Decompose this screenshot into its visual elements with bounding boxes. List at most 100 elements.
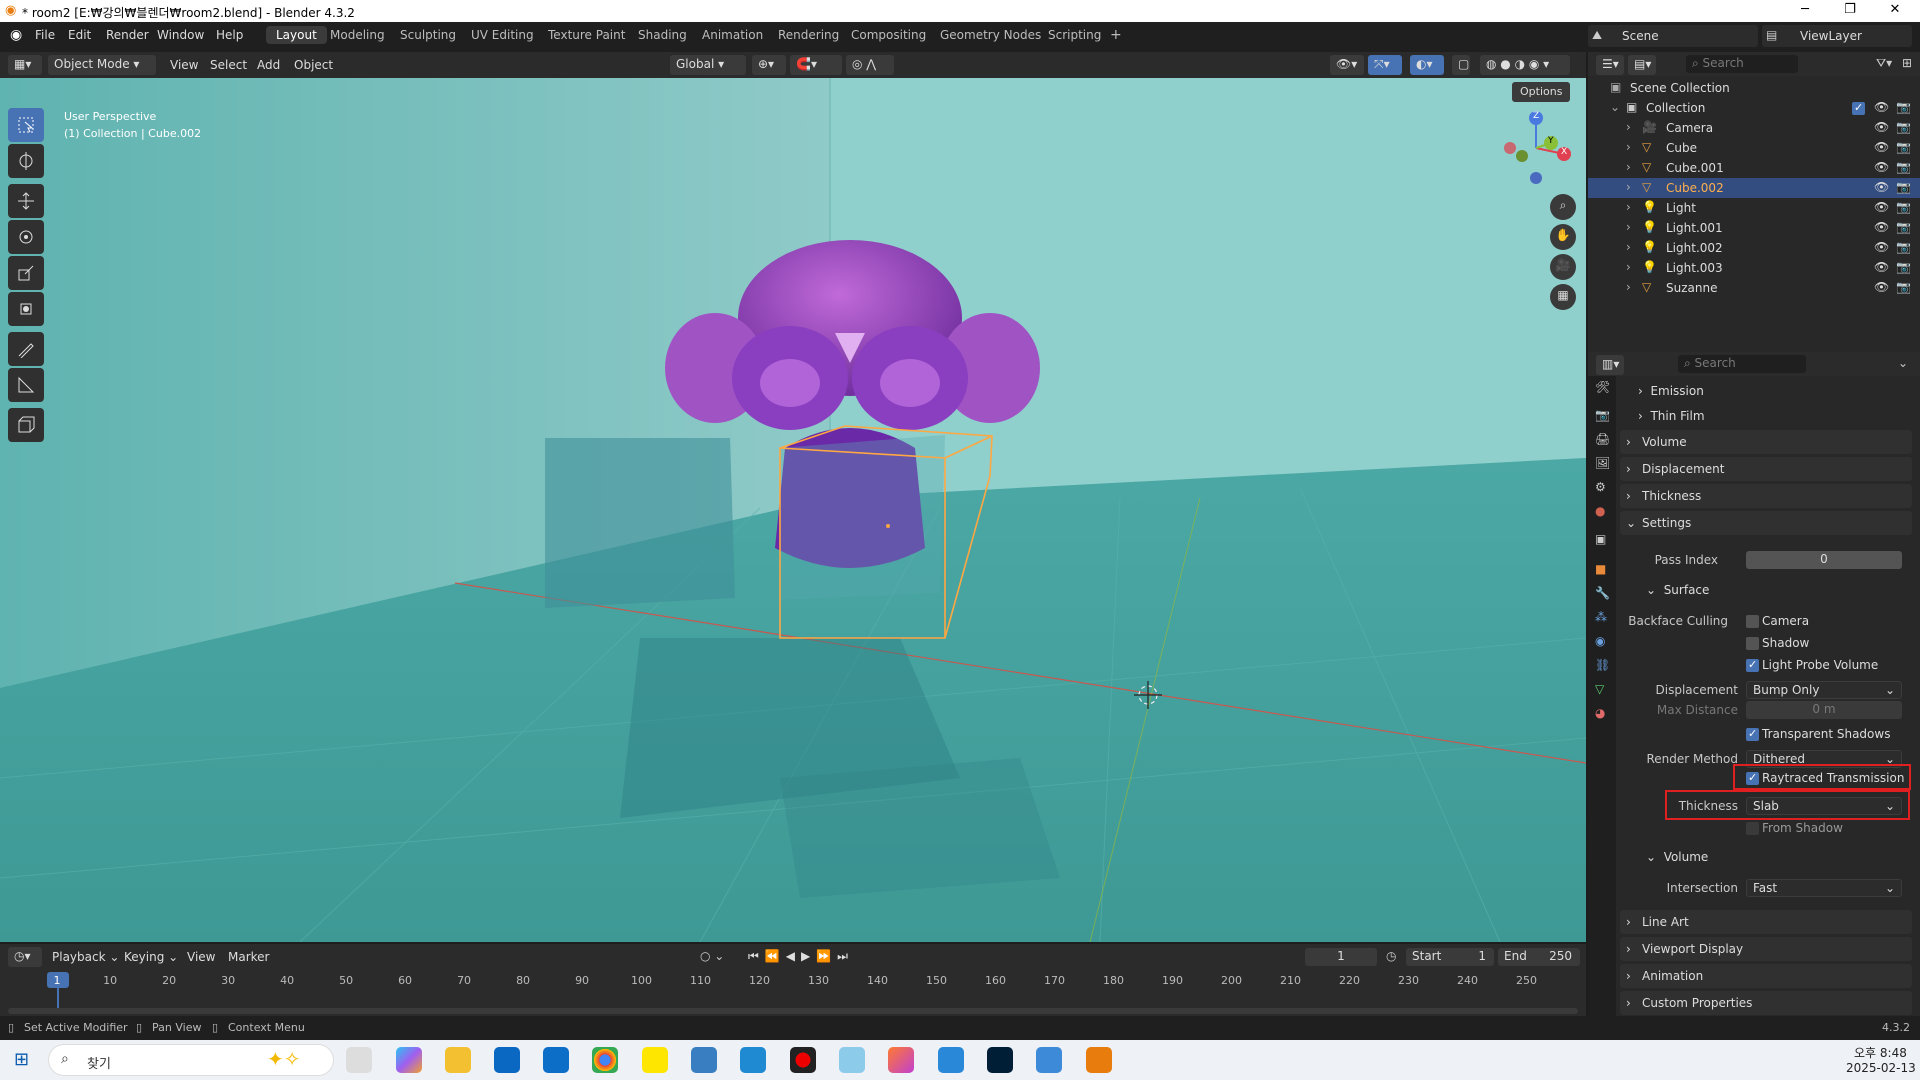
close-icon[interactable]: ✕ [1880, 2, 1910, 17]
transparent-shadows-checkbox[interactable] [1746, 727, 1759, 741]
frame-ruler[interactable]: 1 10 20 30 40 50 60 70 80 90 100 110 120 130 140 150 160… [0, 972, 1586, 992]
tab-compositing[interactable]: Compositing [841, 26, 936, 44]
timeline-menu-playback[interactable]: Playback ⌄ [52, 950, 119, 964]
tab-modeling[interactable]: Modeling [320, 26, 395, 44]
properties-editor-icon[interactable]: ▥▾ [1596, 355, 1624, 375]
section-line-art[interactable]: › Line Art [1620, 910, 1912, 934]
outliner-item[interactable]: › ▽ Cube.001 👁 📷 [1588, 158, 1920, 178]
world-tab-icon[interactable]: ● [1595, 504, 1605, 518]
task-view-icon[interactable] [346, 1047, 372, 1073]
app2-icon[interactable] [938, 1047, 964, 1073]
maximize-icon[interactable]: ❐ [1835, 2, 1865, 17]
data-tab-icon[interactable]: ▽ [1595, 682, 1604, 696]
visibility-icon[interactable]: 👁▾ [1330, 55, 1364, 75]
tab-geometry-nodes[interactable]: Geometry Nodes [930, 26, 1051, 44]
viewport-menu-select[interactable]: Select [210, 58, 247, 72]
move-tool[interactable] [8, 184, 44, 218]
outliner-item[interactable]: › 💡 Light.001 👁 📷 [1588, 218, 1920, 238]
eye-icon[interactable]: 👁 [1874, 160, 1889, 174]
eye-icon[interactable]: 👁 [1874, 100, 1889, 114]
volume-subpanel[interactable]: ⌄ Volume [1646, 850, 1708, 864]
proportional-edit-icon[interactable]: ◎ ⋀ [846, 55, 894, 75]
outliner-search-input[interactable]: ⌕ Search [1686, 55, 1798, 73]
section-volume[interactable]: › Volume [1620, 430, 1912, 454]
outliner-editor-icon[interactable]: ☰▾ [1596, 55, 1624, 75]
eye-icon[interactable]: 👁 [1874, 180, 1889, 194]
properties-search-input[interactable]: ⌕ Search [1678, 355, 1806, 373]
snap-icon[interactable]: 🧲▾ [790, 55, 842, 75]
outliner-scene-collection[interactable]: ▣ Scene Collection [1588, 78, 1920, 98]
shading-mode-icons[interactable]: ◍ ● ◑ ◉ ▾ [1480, 55, 1570, 75]
eye-icon[interactable]: 👁 [1874, 220, 1889, 234]
tab-uv-editing[interactable]: UV Editing [461, 26, 544, 44]
zoom-icon[interactable]: ⌕ [1550, 194, 1576, 220]
taskbar-search-box[interactable]: ⌕ 찾기 ✦✧ [48, 1044, 334, 1076]
render-camera-icon[interactable]: 📷 [1896, 220, 1911, 234]
view-layer-tab-icon[interactable]: 🖼 [1595, 456, 1610, 470]
outliner-item[interactable]: › 💡 Light 👁 📷 [1588, 198, 1920, 218]
viewport-menu-object[interactable]: Object [294, 58, 333, 72]
kakaotalk-icon[interactable] [642, 1047, 668, 1073]
particles-tab-icon[interactable]: ⁂ [1595, 610, 1607, 624]
tool-tab-icon[interactable]: 🛠 [1595, 380, 1610, 394]
3d-viewport[interactable]: User Perspective (1) Collection | Cube.0… [0, 78, 1586, 942]
render-camera-icon[interactable]: 📷 [1896, 140, 1911, 154]
render-camera-icon[interactable]: 📷 [1896, 180, 1911, 194]
material-tab-icon[interactable]: ◕ [1595, 706, 1605, 720]
eye-icon[interactable]: 👁 [1874, 140, 1889, 154]
eye-icon[interactable]: 👁 [1874, 120, 1889, 134]
windows-start-icon[interactable]: ⊞ [14, 1049, 29, 1070]
viewlayer-selector[interactable]: ▤ ViewLayer [1762, 25, 1912, 47]
displacement-dropdown[interactable]: Bump Only ⌄ [1746, 681, 1902, 699]
menu-file[interactable]: File [35, 28, 55, 42]
recorder-icon[interactable] [790, 1047, 816, 1073]
menu-edit[interactable]: Edit [68, 28, 91, 42]
scene-tab-icon[interactable]: ⚙ [1595, 480, 1606, 494]
eye-icon[interactable]: 👁 [1874, 280, 1889, 294]
store-icon[interactable] [494, 1047, 520, 1073]
mode-selector[interactable]: Object Mode ▾ [48, 55, 156, 75]
section-thickness[interactable]: › Thickness [1620, 484, 1912, 508]
app3-icon[interactable] [1036, 1047, 1062, 1073]
tab-scripting[interactable]: Scripting [1038, 26, 1111, 44]
annotate-tool[interactable] [8, 332, 44, 366]
section-thin-film[interactable]: › Thin Film [1638, 409, 1705, 423]
section-emission[interactable]: › Emission [1638, 384, 1704, 398]
section-displacement[interactable]: › Displacement [1620, 457, 1912, 481]
filter-icon[interactable]: ⛛▾ [1876, 56, 1892, 71]
camera-view-icon[interactable]: 🎥 [1550, 254, 1576, 280]
section-custom-properties[interactable]: › Custom Properties [1620, 991, 1912, 1015]
transform-tool[interactable] [8, 292, 44, 326]
new-collection-icon[interactable]: ⊞ [1902, 56, 1912, 70]
modifier-tab-icon[interactable]: 🔧 [1595, 586, 1610, 600]
section-animation[interactable]: › Animation [1620, 964, 1912, 988]
render-camera-icon[interactable]: 📷 [1896, 240, 1911, 254]
playback-controls-icons[interactable]: ⏮⏪◀▶⏩⏭ [748, 949, 854, 964]
navigation-gizmo[interactable]: Z Y X [1496, 108, 1576, 188]
app-icon[interactable] [839, 1047, 865, 1073]
tab-sculpting[interactable]: Sculpting [390, 26, 466, 44]
collection-exclude-checkbox[interactable] [1852, 101, 1865, 115]
viewport-menu-view[interactable]: View [170, 58, 198, 72]
expand-chevron-icon[interactable]: › [1626, 240, 1631, 254]
outliner-item[interactable]: › 💡 Light.003 👁 📷 [1588, 258, 1920, 278]
expand-chevron-icon[interactable]: › [1626, 120, 1631, 134]
light-probe-volume-checkbox[interactable] [1746, 658, 1759, 672]
eye-icon[interactable]: 👁 [1874, 260, 1889, 274]
constraints-tab-icon[interactable]: ⛓ [1595, 658, 1610, 672]
expand-chevron-icon[interactable]: › [1626, 180, 1631, 194]
blender-menu-icon[interactable]: ◉ [10, 27, 22, 43]
render-camera-icon[interactable]: 📷 [1896, 160, 1911, 174]
outliner-item[interactable]: › 🎥 Camera 👁 📷 [1588, 118, 1920, 138]
xray-icon[interactable]: ▢ [1452, 55, 1470, 75]
gizmo-icon[interactable]: ⤧▾ [1368, 55, 1402, 75]
calculator-icon[interactable] [691, 1047, 717, 1073]
backface-shadow-checkbox[interactable] [1746, 637, 1759, 650]
render-camera-icon[interactable]: 📷 [1896, 280, 1911, 294]
tab-layout[interactable]: Layout [266, 26, 327, 44]
render-camera-icon[interactable]: 📷 [1896, 100, 1911, 114]
menu-window[interactable]: Window [157, 28, 204, 42]
expand-chevron-icon[interactable]: › [1626, 140, 1631, 154]
expand-chevron-icon[interactable]: › [1626, 260, 1631, 274]
intersection-dropdown[interactable]: Fast ⌄ [1746, 879, 1902, 897]
